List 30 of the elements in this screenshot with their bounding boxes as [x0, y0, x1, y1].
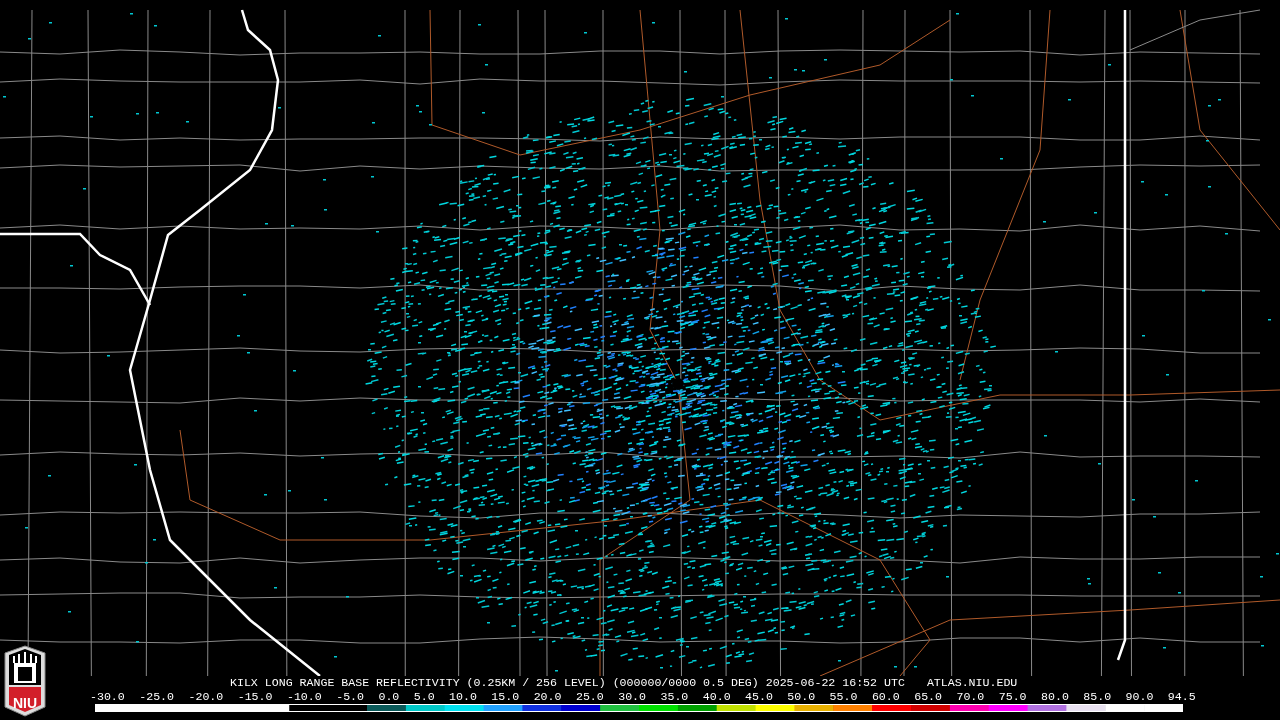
scale-label: -25.0 [139, 690, 175, 704]
scale-label: 75.0 [998, 690, 1027, 704]
scale-label: -20.0 [188, 690, 224, 704]
scale-label: 60.0 [871, 690, 900, 704]
scale-label: 10.0 [449, 690, 477, 704]
scale-label: 15.0 [491, 690, 520, 704]
scale-label: 90.0 [1125, 690, 1154, 704]
scale-label: 40.0 [702, 690, 731, 704]
site-address: ATLAS.NIU.EDU [926, 676, 1018, 690]
scale-label: 25.0 [575, 690, 604, 704]
scale-label: 65.0 [914, 690, 942, 704]
scale-label: 70.0 [956, 690, 985, 704]
scale-label: -15.0 [237, 690, 273, 704]
scale-label: 30.0 [618, 690, 647, 704]
scale-label: 35.0 [660, 690, 689, 704]
scale-label: -30.0 [90, 690, 125, 704]
scale-label: 94.5 [1167, 690, 1196, 704]
product-caption: KILX LONG RANGE BASE REFLECTIVITY (0.25KM / 256 LEVEL) (000000/0000 0.5 DEG) 2025-06-22 16:52 UTC [230, 676, 905, 690]
logo-text: NIU [11, 695, 39, 711]
scale-label: -5.0 [336, 690, 364, 704]
scale-label: 55.0 [829, 690, 858, 704]
scale-label: 5.0 [413, 690, 435, 704]
scale-label: -10.0 [286, 690, 322, 704]
university-shield-logo [3, 645, 47, 717]
scale-label: 85.0 [1083, 690, 1112, 704]
scale-label: 50.0 [787, 690, 816, 704]
scale-label: 20.0 [533, 690, 562, 704]
scale-label: 80.0 [1041, 690, 1069, 704]
scale-label: 0.0 [378, 690, 400, 704]
scale-label: 45.0 [745, 690, 773, 704]
